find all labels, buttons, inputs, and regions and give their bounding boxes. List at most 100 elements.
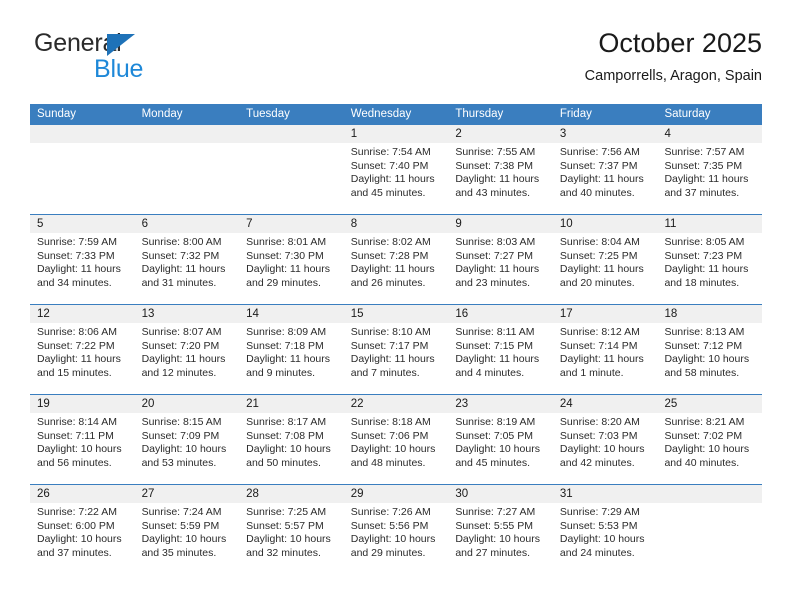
day-cell[interactable]: Sunrise: 8:15 AM Sunset: 7:09 PM Daylight:… [135, 413, 240, 484]
day-number[interactable]: 11 [657, 215, 762, 233]
day-detail-line: Sunset: 7:25 PM [559, 249, 638, 262]
day-cell[interactable]: Sunrise: 8:17 AM Sunset: 7:08 PM Daylight:… [239, 413, 344, 484]
day-detail-line: Sunrise: 8:12 AM [559, 326, 640, 338]
day-cell[interactable]: Sunrise: 8:04 AM Sunset: 7:25 PM Daylight:… [553, 233, 658, 304]
day-cell[interactable]: Sunrise: 7:55 AM Sunset: 7:38 PM Daylight:… [448, 143, 553, 214]
week-content-strip: Sunrise: 8:06 AM Sunset: 7:22 PM Daylight:… [30, 323, 762, 394]
day-detail-line: Sunrise: 8:10 AM [350, 326, 431, 338]
day-detail-line: Sunrise: 8:14 AM [37, 416, 117, 428]
day-cell[interactable]: Sunrise: 8:10 AM Sunset: 7:17 PM Daylight:… [344, 323, 449, 394]
day-detail-line: Sunrise: 8:07 AM [141, 326, 222, 338]
day-number[interactable]: 6 [135, 215, 240, 233]
day-number[interactable]: 24 [553, 395, 658, 413]
day-detail-line: Sunset: 7:33 PM [37, 249, 115, 262]
day-cell[interactable]: Sunrise: 8:00 AM Sunset: 7:32 PM Daylight:… [135, 233, 240, 304]
day-number[interactable]: 3 [553, 125, 658, 143]
day-cell[interactable]: Sunrise: 7:29 AM Sunset: 5:53 PM Daylight:… [553, 503, 658, 574]
day-number[interactable]: 20 [135, 395, 240, 413]
day-cell[interactable]: Sunrise: 8:14 AM Sunset: 7:11 PM Daylight:… [30, 413, 135, 484]
day-detail-line: and 23 minutes. [455, 276, 531, 289]
day-detail-line: Sunset: 5:55 PM [455, 519, 533, 532]
day-number[interactable]: 5 [30, 215, 135, 233]
day-detail-line: and 53 minutes. [141, 456, 217, 469]
day-detail-line: Sunset: 7:05 PM [455, 429, 533, 442]
day-number[interactable]: 1 [344, 125, 449, 143]
day-cell[interactable]: Sunrise: 8:13 AM Sunset: 7:12 PM Daylight:… [657, 323, 762, 394]
day-detail-line: Daylight: 11 hours [37, 263, 121, 276]
day-detail-line: and 32 minutes. [246, 546, 321, 559]
day-cell[interactable]: Sunrise: 7:56 AM Sunset: 7:37 PM Daylight:… [553, 143, 658, 214]
day-detail-line: Daylight: 11 hours [141, 353, 226, 366]
day-number[interactable]: 15 [344, 305, 449, 323]
day-detail-line: Sunset: 7:35 PM [664, 159, 743, 172]
weekday-header-thursday: Thursday [455, 108, 504, 120]
day-cell[interactable]: Sunrise: 8:20 AM Sunset: 7:03 PM Daylight:… [553, 413, 658, 484]
day-cell[interactable]: Sunrise: 7:25 AM Sunset: 5:57 PM Daylight:… [239, 503, 344, 574]
day-cell[interactable]: Sunrise: 8:21 AM Sunset: 7:02 PM Daylight:… [657, 413, 762, 484]
calendar-page: General Blue October 2025 Camporrells, A… [0, 0, 792, 612]
day-number[interactable]: 22 [344, 395, 449, 413]
day-number[interactable]: 18 [657, 305, 762, 323]
day-number[interactable]: 21 [239, 395, 344, 413]
day-cell[interactable]: Sunrise: 8:18 AM Sunset: 7:06 PM Daylight:… [344, 413, 449, 484]
day-detail-line: Sunrise: 7:27 AM [455, 506, 536, 518]
day-number[interactable]: 8 [344, 215, 449, 233]
day-cell[interactable]: Sunrise: 7:54 AM Sunset: 7:40 PM Daylight:… [344, 143, 449, 214]
day-number[interactable]: 2 [448, 125, 553, 143]
day-detail-line: Sunset: 7:27 PM [455, 249, 533, 262]
day-detail-line: and 4 minutes. [455, 366, 525, 379]
day-number[interactable]: 12 [30, 305, 135, 323]
day-number[interactable]: 31 [553, 485, 658, 503]
day-cell[interactable]: Sunrise: 8:06 AM Sunset: 7:22 PM Daylight:… [30, 323, 135, 394]
day-number[interactable]: 26 [30, 485, 135, 503]
day-cell[interactable]: Sunrise: 7:26 AM Sunset: 5:56 PM Daylight:… [344, 503, 449, 574]
day-detail-line: and 37 minutes. [37, 546, 112, 559]
day-detail-line: Sunrise: 8:02 AM [350, 236, 431, 248]
day-cell[interactable]: Sunrise: 8:01 AM Sunset: 7:30 PM Daylight:… [239, 233, 344, 304]
day-number[interactable]: 4 [657, 125, 762, 143]
day-number[interactable]: 27 [135, 485, 240, 503]
general-blue-logo[interactable]: General Blue [34, 28, 254, 90]
day-cell[interactable]: Sunrise: 8:02 AM Sunset: 7:28 PM Daylight:… [344, 233, 449, 304]
day-number[interactable]: 13 [135, 305, 240, 323]
day-cell[interactable]: Sunrise: 7:22 AM Sunset: 6:00 PM Daylight:… [30, 503, 135, 574]
day-detail-line: Sunrise: 7:55 AM [455, 146, 536, 158]
day-detail-line: Sunset: 7:40 PM [350, 159, 429, 172]
day-cell[interactable]: Sunrise: 8:05 AM Sunset: 7:23 PM Daylight:… [657, 233, 762, 304]
day-detail-line: and 24 minutes. [559, 546, 635, 559]
day-cell[interactable]: Sunrise: 7:24 AM Sunset: 5:59 PM Daylight:… [135, 503, 240, 574]
day-cell[interactable]: Sunrise: 8:03 AM Sunset: 7:27 PM Daylight:… [448, 233, 553, 304]
day-cell[interactable]: Sunrise: 8:07 AM Sunset: 7:20 PM Daylight:… [135, 323, 240, 394]
day-cell[interactable]: Sunrise: 7:59 AM Sunset: 7:33 PM Daylight:… [30, 233, 135, 304]
day-cell[interactable]: Sunrise: 8:19 AM Sunset: 7:05 PM Daylight:… [448, 413, 553, 484]
day-cell[interactable]: Sunrise: 8:12 AM Sunset: 7:14 PM Daylight:… [553, 323, 658, 394]
day-number[interactable]: 7 [239, 215, 344, 233]
day-number[interactable]: 23 [448, 395, 553, 413]
day-cell[interactable]: Sunrise: 8:09 AM Sunset: 7:18 PM Daylight:… [239, 323, 344, 394]
week-daynumber-strip: 5 6 7 8 9 10 11 [30, 215, 762, 233]
day-detail-line: Sunset: 5:56 PM [350, 519, 429, 532]
day-number[interactable]: 16 [448, 305, 553, 323]
day-number[interactable]: 17 [553, 305, 658, 323]
day-number[interactable]: 14 [239, 305, 344, 323]
day-detail-line: Daylight: 11 hours [37, 353, 121, 366]
day-number[interactable]: 19 [30, 395, 135, 413]
weekday-header-wednesday: Wednesday [350, 108, 412, 120]
day-number[interactable]: 10 [553, 215, 658, 233]
day-detail-line: Daylight: 10 hours [559, 533, 645, 546]
day-number[interactable]: 30 [448, 485, 553, 503]
day-number[interactable]: 9 [448, 215, 553, 233]
day-detail-line: Sunrise: 8:09 AM [246, 326, 327, 338]
day-cell[interactable]: Sunrise: 7:27 AM Sunset: 5:55 PM Daylight:… [448, 503, 553, 574]
day-detail-line: Sunset: 7:03 PM [559, 429, 638, 442]
day-number[interactable]: 25 [657, 395, 762, 413]
day-detail-line: Sunrise: 7:57 AM [664, 146, 745, 158]
day-number[interactable]: 29 [344, 485, 449, 503]
day-detail-line: Sunset: 7:22 PM [37, 339, 115, 352]
day-detail-line: and 20 minutes. [559, 276, 635, 289]
day-detail-line: Sunrise: 7:54 AM [350, 146, 431, 158]
day-cell[interactable]: Sunrise: 7:57 AM Sunset: 7:35 PM Daylight:… [657, 143, 762, 214]
day-cell[interactable]: Sunrise: 8:11 AM Sunset: 7:15 PM Daylight:… [448, 323, 553, 394]
day-detail-line: Sunset: 7:14 PM [559, 339, 638, 352]
day-number[interactable]: 28 [239, 485, 344, 503]
